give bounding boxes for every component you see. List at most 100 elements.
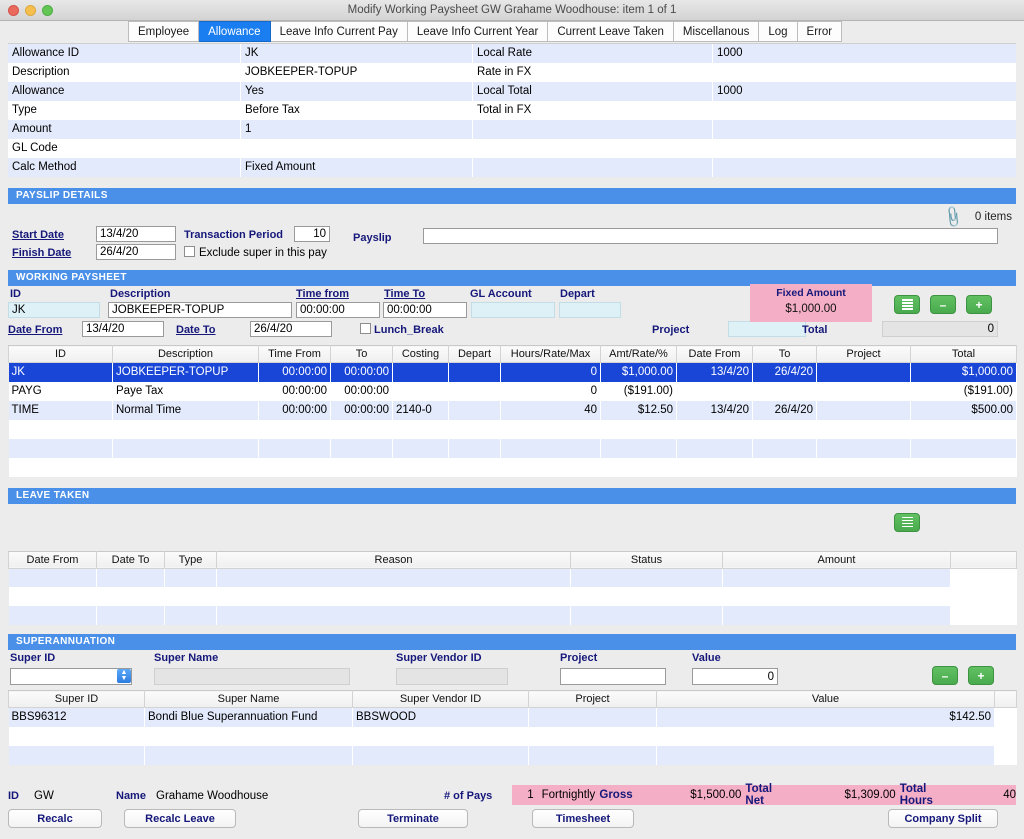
- super-minus-icon-button[interactable]: –: [932, 666, 958, 685]
- wp-depart-input[interactable]: [559, 302, 621, 318]
- maximize-button-icon[interactable]: [42, 5, 53, 16]
- wp-date-to-label[interactable]: Date To: [176, 324, 216, 336]
- wp-plus-icon-button[interactable]: +: [966, 295, 992, 314]
- transaction-period-input[interactable]: [294, 226, 330, 242]
- wp-description-input[interactable]: [108, 302, 292, 318]
- detail-value[interactable]: 1: [240, 120, 472, 139]
- tab-current-leave-taken[interactable]: Current Leave Taken: [548, 21, 674, 42]
- table-row[interactable]: [8, 606, 1017, 625]
- col-super-name[interactable]: Super Name: [144, 690, 353, 708]
- col-super-id[interactable]: Super ID: [8, 690, 145, 708]
- detail-value-2[interactable]: [712, 101, 1016, 120]
- col-super-project[interactable]: Project: [528, 690, 657, 708]
- col-costing[interactable]: Costing: [392, 345, 449, 363]
- finish-date-input[interactable]: [96, 244, 176, 260]
- table-row[interactable]: [8, 726, 1017, 746]
- fixed-amount-value[interactable]: $1,000.00: [750, 303, 872, 315]
- exclude-super-checkbox[interactable]: [184, 246, 195, 257]
- col-description[interactable]: Description: [112, 345, 259, 363]
- wp-gl-account-input[interactable]: [471, 302, 555, 318]
- col-id[interactable]: ID: [8, 345, 113, 363]
- table-row[interactable]: [8, 745, 1017, 765]
- super-vendor-id-input[interactable]: [396, 668, 508, 685]
- wp-time-to-input[interactable]: [383, 302, 467, 318]
- super-id-select[interactable]: ▲ ▼: [10, 668, 132, 685]
- wp-time-from-label[interactable]: Time from: [296, 288, 349, 300]
- col-total[interactable]: Total: [910, 345, 1017, 363]
- start-date-input[interactable]: [96, 226, 176, 242]
- minimize-button-icon[interactable]: [25, 5, 36, 16]
- col-amt-rate-pct[interactable]: Amt/Rate/%: [600, 345, 677, 363]
- tab-leave-info-current-pay[interactable]: Leave Info Current Pay: [270, 21, 408, 42]
- super-project-input[interactable]: [560, 668, 666, 685]
- table-row[interactable]: TIME Normal Time 00:00:00 00:00:00 2140-…: [8, 400, 1017, 420]
- super-id-input[interactable]: [10, 668, 132, 685]
- col-status[interactable]: Status: [570, 550, 723, 569]
- wp-list-icon-button[interactable]: [894, 295, 920, 314]
- col-time-from[interactable]: Time From: [258, 345, 331, 363]
- tab-leave-info-current-year[interactable]: Leave Info Current Year: [407, 21, 549, 42]
- table-row[interactable]: [8, 438, 1017, 458]
- super-value-input[interactable]: [692, 668, 778, 685]
- table-row[interactable]: [8, 457, 1017, 477]
- paperclip-icon[interactable]: 📎: [941, 204, 967, 230]
- detail-value[interactable]: Yes: [240, 82, 472, 101]
- tab-log[interactable]: Log: [759, 21, 798, 42]
- col-super-vendor-id[interactable]: Super Vendor ID: [352, 690, 529, 708]
- col-super-value[interactable]: Value: [656, 690, 995, 708]
- table-row[interactable]: [8, 587, 1017, 606]
- wp-id-input[interactable]: [8, 302, 100, 318]
- detail-value[interactable]: JK: [240, 44, 472, 63]
- super-plus-icon-button[interactable]: +: [968, 666, 994, 685]
- leave-list-icon-button[interactable]: [894, 512, 920, 532]
- detail-value-2[interactable]: [712, 158, 1016, 177]
- table-row[interactable]: BBS96312 Bondi Blue Superannuation Fund …: [8, 707, 1017, 727]
- col-to[interactable]: To: [330, 345, 393, 363]
- detail-value[interactable]: Before Tax: [240, 101, 472, 120]
- tab-employee[interactable]: Employee: [128, 21, 200, 42]
- lunch-break-checkbox[interactable]: [360, 323, 371, 334]
- tab-allowance[interactable]: Allowance: [199, 21, 271, 42]
- col-amount[interactable]: Amount: [722, 550, 951, 569]
- company-split-button[interactable]: Company Split: [888, 809, 998, 828]
- finish-date-label[interactable]: Finish Date: [12, 247, 71, 259]
- col-type[interactable]: Type: [164, 550, 217, 569]
- col-date-from[interactable]: Date From: [8, 550, 97, 569]
- timesheet-button[interactable]: Timesheet: [532, 809, 634, 828]
- detail-value[interactable]: Fixed Amount: [240, 158, 472, 177]
- col-project[interactable]: Project: [816, 345, 911, 363]
- col-date-to[interactable]: Date To: [96, 550, 165, 569]
- detail-value-2[interactable]: [712, 63, 1016, 82]
- tab-miscellanous[interactable]: Miscellanous: [673, 21, 760, 42]
- super-name-input[interactable]: [154, 668, 350, 685]
- detail-value-2[interactable]: 1000: [712, 44, 1016, 63]
- wp-time-to-label[interactable]: Time To: [384, 288, 425, 300]
- wp-project-input[interactable]: [728, 321, 806, 337]
- table-row[interactable]: [8, 419, 1017, 439]
- table-row[interactable]: JK JOBKEEPER-TOPUP 00:00:00 00:00:00 0 $…: [8, 362, 1017, 382]
- tab-error[interactable]: Error: [797, 21, 843, 42]
- wp-date-from-input[interactable]: [82, 321, 164, 337]
- detail-value-2[interactable]: [712, 139, 1016, 158]
- table-row[interactable]: [8, 568, 1017, 587]
- detail-value[interactable]: [240, 139, 472, 158]
- detail-value-2[interactable]: 1000: [712, 82, 1016, 101]
- col-reason[interactable]: Reason: [216, 550, 571, 569]
- chevron-updown-icon[interactable]: ▲ ▼: [117, 669, 131, 683]
- recalc-button[interactable]: Recalc: [8, 809, 102, 828]
- wp-date-from-label[interactable]: Date From: [8, 324, 62, 336]
- wp-minus-icon-button[interactable]: –: [930, 295, 956, 314]
- detail-value[interactable]: JOBKEEPER-TOPUP: [240, 63, 472, 82]
- detail-value-2[interactable]: [712, 120, 1016, 139]
- table-row[interactable]: PAYG Paye Tax 00:00:00 00:00:00 0 ($191.…: [8, 381, 1017, 401]
- col-hours-rate-max[interactable]: Hours/Rate/Max: [500, 345, 601, 363]
- col-date-from[interactable]: Date From: [676, 345, 753, 363]
- col-depart[interactable]: Depart: [448, 345, 501, 363]
- close-button-icon[interactable]: [8, 5, 19, 16]
- terminate-button[interactable]: Terminate: [358, 809, 468, 828]
- payslip-input[interactable]: [423, 228, 998, 244]
- recalc-leave-button[interactable]: Recalc Leave: [124, 809, 236, 828]
- wp-date-to-input[interactable]: [250, 321, 332, 337]
- wp-time-from-input[interactable]: [296, 302, 380, 318]
- start-date-label[interactable]: Start Date: [12, 229, 64, 241]
